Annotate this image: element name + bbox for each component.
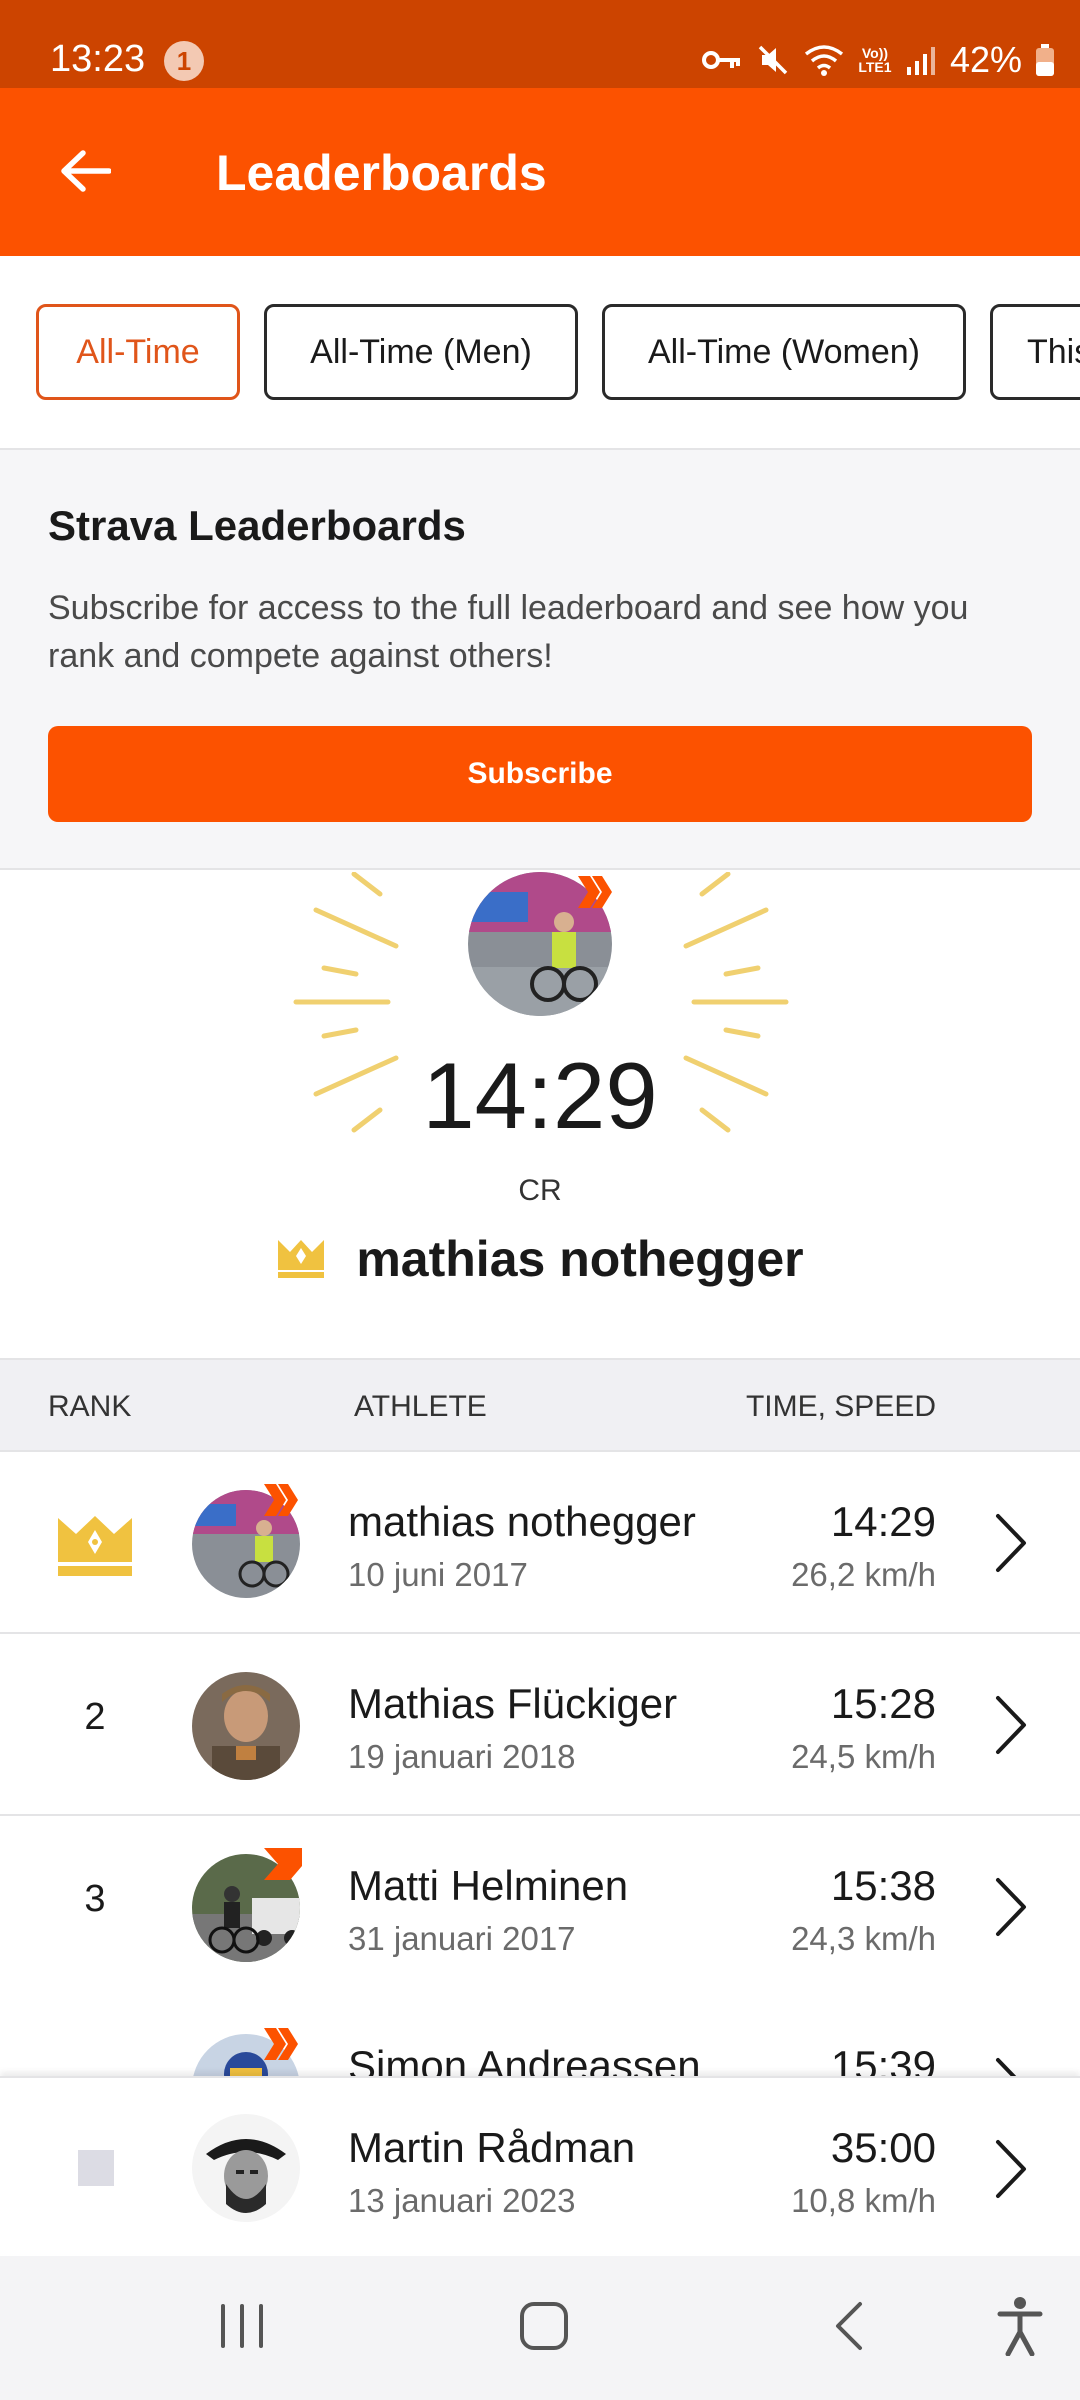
arrow-left-icon: [59, 149, 112, 198]
scroll-clip: Simon Andreassen 15:39: [0, 1996, 1080, 2076]
app-bar: Leaderboards: [0, 88, 1080, 256]
recents-icon: [217, 2302, 267, 2355]
course-record-label: CR: [518, 1174, 562, 1207]
athlete-name: Martin Rådman: [348, 2124, 636, 2171]
athlete-avatar[interactable]: [192, 1672, 300, 1780]
column-header-time-speed: TIME, SPEED: [745, 1390, 936, 1423]
chevron-right-icon: [980, 1872, 1040, 1942]
rank-placeholder: [78, 2150, 114, 2186]
filter-chip-row: All-Time All-Time (Men) All-Time (Women)…: [0, 256, 1080, 450]
page-title: Leaderboards: [216, 145, 547, 201]
effort-speed: 10,8 km/h: [791, 2182, 936, 2219]
leader-time: 14:29: [422, 1043, 658, 1148]
rank-number: 2: [84, 1696, 106, 1738]
filter-chip-all-time-women[interactable]: All-Time (Women): [602, 304, 966, 400]
crown-icon: [56, 1512, 134, 1581]
leaderboard-row[interactable]: mathias nothegger 10 juni 2017 14:29 26,…: [0, 1452, 1080, 1634]
accessibility-button[interactable]: [980, 2296, 1060, 2360]
effort-date: 19 januari 2018: [348, 1738, 576, 1775]
status-icons: Vo)) LTE1 42%: [701, 36, 1054, 84]
subscriber-badge-icon: [576, 874, 616, 915]
chevron-right-icon: [980, 2052, 1040, 2076]
status-bar: 13:23 1 Vo)) LTE1 42%: [0, 0, 1080, 88]
subscription-promo: Strava Leaderboards Subscribe for access…: [0, 450, 1080, 870]
effort-time: 15:28: [830, 1680, 936, 1727]
course-record-hero: 14:29 CR mathias nothegger: [0, 872, 1080, 1358]
athlete-name: mathias nothegger: [348, 1498, 696, 1545]
athlete-name: Simon Andreassen: [348, 2042, 701, 2076]
back-icon: [828, 2298, 868, 2359]
leaderboard-row[interactable]: Simon Andreassen 15:39: [0, 1996, 1080, 2076]
column-header-athlete: ATHLETE: [354, 1390, 487, 1423]
effort-time: 15:39: [830, 2042, 936, 2076]
athlete-avatar[interactable]: [192, 2114, 300, 2222]
promo-title: Strava Leaderboards: [48, 502, 466, 549]
status-time: 13:23: [50, 38, 146, 80]
vpn-key-icon: [701, 47, 742, 73]
chevron-right-icon: [980, 1508, 1040, 1578]
mute-icon: [756, 43, 790, 77]
system-back-button[interactable]: [808, 2296, 888, 2360]
subscriber-badge-icon: [262, 2026, 302, 2067]
effort-speed: 24,3 km/h: [791, 1920, 936, 1957]
subscriber-badge-icon: [262, 1482, 302, 1523]
effort-speed: 24,5 km/h: [791, 1738, 936, 1775]
filter-chip-all-time[interactable]: All-Time: [36, 304, 240, 400]
rank-number: 3: [84, 1878, 106, 1920]
leaderboard-table-header: RANK ATHLETE TIME, SPEED: [0, 1358, 1080, 1452]
effort-date: 31 januari 2017: [348, 1920, 576, 1957]
home-icon: [518, 2300, 570, 2357]
wifi-icon: [804, 44, 844, 76]
subscribe-button[interactable]: Subscribe: [48, 726, 1032, 822]
chevron-right-icon: [980, 2134, 1040, 2204]
recents-button[interactable]: [202, 2296, 282, 2360]
leader-name-row: mathias nothegger: [0, 1230, 1080, 1288]
filter-chip-this[interactable]: This: [990, 304, 1080, 400]
effort-time: 35:00: [830, 2124, 936, 2171]
effort-time: 15:38: [830, 1862, 936, 1909]
current-user-row[interactable]: Martin Rådman 13 januari 2023 35:00 10,8…: [0, 2076, 1080, 2256]
column-header-rank: RANK: [48, 1390, 132, 1423]
battery-level: 42%: [949, 39, 1022, 80]
network-type-label: Vo)) LTE1: [858, 45, 892, 75]
subscriber-badge-icon: [262, 1846, 302, 1887]
leaderboard-row[interactable]: 2 Mathias Flückiger 19 januari 2018 15:2…: [0, 1634, 1080, 1816]
leaderboard-row[interactable]: 3 Matti Helminen 31 januari 2017 15:38 2…: [0, 1816, 1080, 1998]
accessibility-icon: [996, 2296, 1044, 2361]
signal-icon: [906, 45, 936, 75]
notification-count-badge: 1: [164, 41, 204, 81]
chevron-right-icon: [980, 1690, 1040, 1760]
effort-time: 14:29: [830, 1498, 936, 1545]
leader-name[interactable]: mathias nothegger: [356, 1230, 803, 1288]
effort-speed: 26,2 km/h: [791, 1556, 936, 1593]
crown-icon: [276, 1236, 326, 1283]
system-navigation-bar: [0, 2256, 1080, 2400]
effort-date: 10 juni 2017: [348, 1556, 528, 1593]
effort-date: 13 januari 2023: [348, 2182, 576, 2219]
battery-icon: [1036, 44, 1054, 76]
back-button[interactable]: [40, 128, 130, 218]
athlete-name: Mathias Flückiger: [348, 1680, 678, 1727]
filter-chip-all-time-men[interactable]: All-Time (Men): [264, 304, 578, 400]
home-button[interactable]: [504, 2296, 584, 2360]
athlete-name: Matti Helminen: [348, 1862, 629, 1909]
promo-description: Subscribe for access to the full leaderb…: [48, 589, 969, 675]
